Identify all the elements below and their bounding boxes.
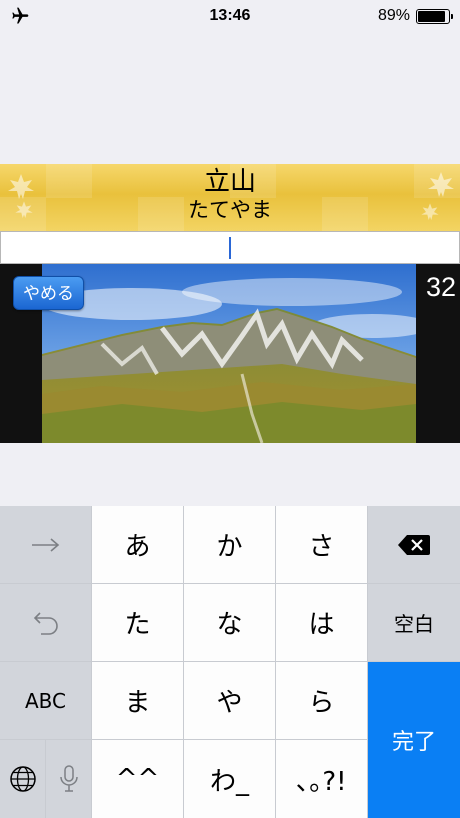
key-emoticon[interactable]: ^^ bbox=[92, 740, 183, 818]
done-key[interactable]: 完了 bbox=[368, 662, 460, 818]
space-key[interactable]: 空白 bbox=[368, 584, 460, 661]
key-ka[interactable]: か bbox=[184, 506, 275, 583]
word-banner: 立山 たてやま bbox=[0, 164, 460, 231]
word-reading: たてやま bbox=[188, 198, 272, 222]
battery-icon bbox=[416, 8, 453, 24]
answer-input[interactable] bbox=[0, 231, 460, 264]
key-ha[interactable]: は bbox=[276, 584, 367, 661]
key-ma[interactable]: ま bbox=[92, 662, 183, 739]
abc-key[interactable]: ABC bbox=[0, 662, 91, 739]
undo-key[interactable] bbox=[0, 584, 91, 661]
status-time: 13:46 bbox=[209, 7, 251, 24]
status-bar: 13:46 89% bbox=[0, 0, 460, 32]
mountain-photo bbox=[42, 264, 416, 443]
quit-button[interactable]: やめる bbox=[13, 276, 84, 310]
key-sa[interactable]: さ bbox=[276, 506, 367, 583]
text-caret bbox=[229, 237, 231, 259]
microphone-icon bbox=[59, 765, 78, 792]
next-key[interactable] bbox=[0, 506, 91, 583]
undo-icon bbox=[33, 611, 58, 635]
microphone-key[interactable] bbox=[46, 740, 91, 818]
delete-key[interactable] bbox=[368, 506, 460, 583]
quiz-photo-area: やめる 32 bbox=[0, 264, 460, 443]
key-ra[interactable]: ら bbox=[276, 662, 367, 739]
key-na[interactable]: な bbox=[184, 584, 275, 661]
app-screen: 13:46 89% 立山 たてやま やめる 32 ABC あ か さ た な は… bbox=[0, 0, 460, 818]
key-wa[interactable]: わ_ bbox=[184, 740, 275, 818]
arrow-right-icon bbox=[31, 537, 59, 552]
globe-icon bbox=[9, 766, 36, 792]
key-punctuation[interactable]: ､｡?! bbox=[276, 740, 367, 818]
question-counter: 32 bbox=[425, 272, 456, 302]
key-a[interactable]: あ bbox=[92, 506, 183, 583]
battery-percent: 89% bbox=[377, 7, 410, 24]
globe-key[interactable] bbox=[0, 740, 45, 818]
word-title: 立山 bbox=[203, 167, 256, 197]
battery-indicator: 89% bbox=[377, 7, 453, 25]
delete-icon bbox=[398, 534, 430, 555]
key-ta[interactable]: た bbox=[92, 584, 183, 661]
key-ya[interactable]: や bbox=[184, 662, 275, 739]
airplane-icon bbox=[12, 7, 29, 24]
japanese-kana-keyboard: ABC あ か さ た な は ま や ら ^^ わ_ ､｡?! 空白 完了 bbox=[0, 506, 460, 818]
